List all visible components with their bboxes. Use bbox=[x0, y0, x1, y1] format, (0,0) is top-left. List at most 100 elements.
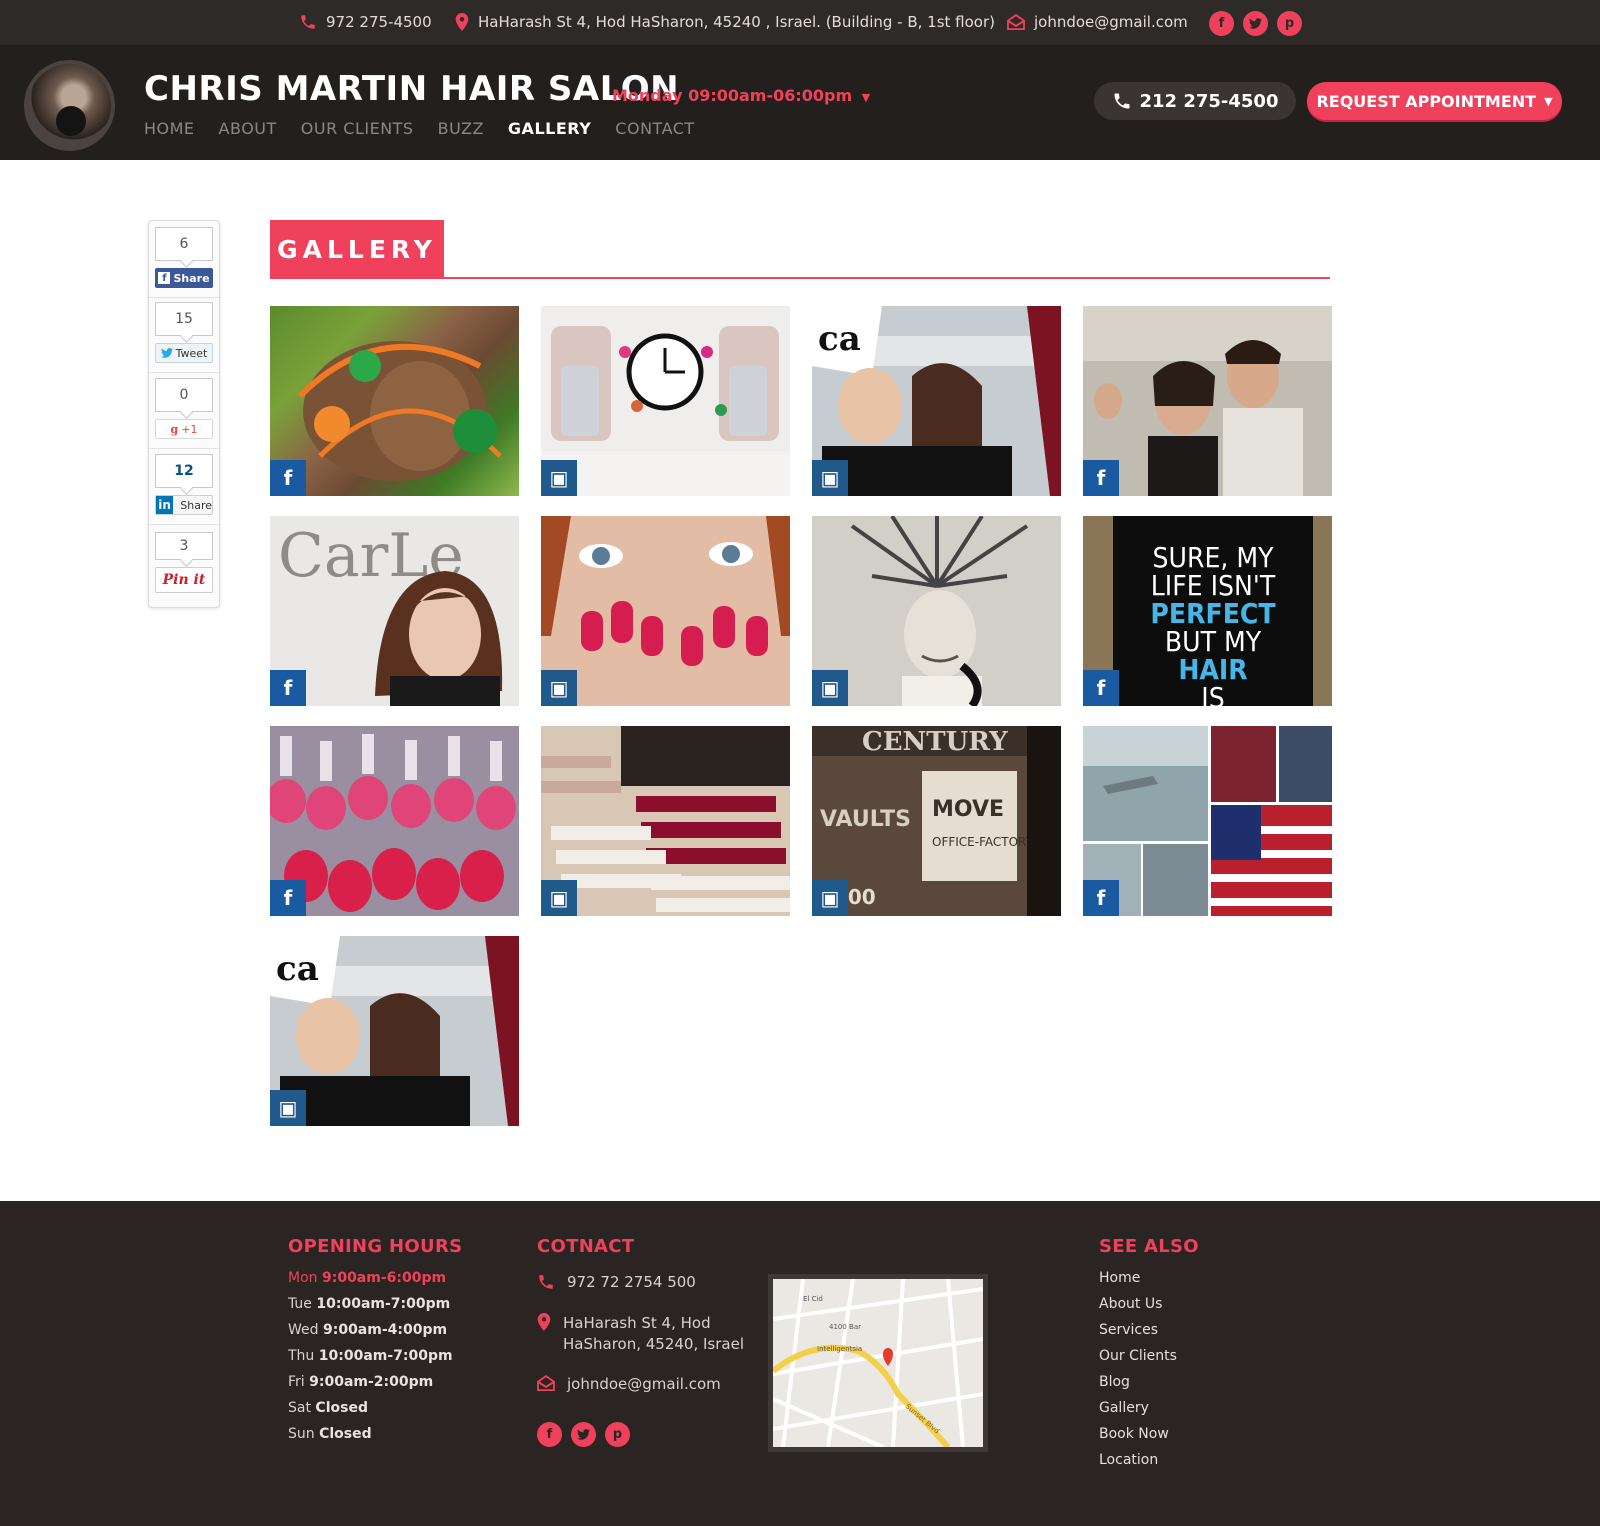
quote-line: LIFE ISN'T bbox=[1150, 569, 1276, 602]
gallery-image-vintage-sign[interactable]: CENTURY MOVE OFFICE-FACTORY VAULTS 9100 … bbox=[812, 726, 1061, 916]
hours-day: Thu bbox=[288, 1348, 315, 1364]
nav-contact[interactable]: CONTACT bbox=[615, 119, 694, 138]
top-address-text: HaHarash St 4, Hod HaSharon, 45240 , Isr… bbox=[478, 13, 995, 31]
gallery-image-flag-collage[interactable]: f bbox=[1083, 726, 1332, 916]
top-social-links: f p bbox=[1209, 11, 1302, 36]
twitter-icon bbox=[160, 348, 173, 358]
hours-row: Sun Closed bbox=[288, 1426, 453, 1452]
avatar[interactable] bbox=[24, 60, 115, 151]
footer-social-links: f p bbox=[537, 1422, 630, 1447]
instagram-icon: ▣ bbox=[541, 460, 577, 496]
page-title: GALLERY bbox=[270, 220, 444, 278]
svg-text:CENTURY: CENTURY bbox=[862, 727, 1008, 757]
vintage-sign-image: CENTURY MOVE OFFICE-FACTORY VAULTS 9100 bbox=[812, 726, 1061, 916]
gallery-image-hair-bows[interactable]: f bbox=[270, 306, 519, 496]
google-plus-button[interactable]: g +1 bbox=[155, 419, 213, 439]
linkedin-share-count: 12 bbox=[155, 454, 213, 488]
vintage-perm-image bbox=[812, 516, 1061, 706]
title-underline bbox=[270, 277, 1330, 279]
gallery-image-polish-display[interactable]: ▣ bbox=[541, 726, 790, 916]
quote-line: SURE, MY bbox=[1152, 541, 1274, 574]
divider bbox=[149, 372, 219, 373]
pinterest-share-count: 3 bbox=[155, 532, 213, 560]
facebook-share-button[interactable]: f Share bbox=[155, 268, 213, 288]
footer-email-text: johndoe@gmail.com bbox=[567, 1375, 721, 1393]
hours-row: Mon 9:00am-6:00pm bbox=[288, 1270, 453, 1296]
pin-it-button[interactable]: Pin it bbox=[155, 567, 213, 593]
gallery-image-quote-poster[interactable]: SURE, MY LIFE ISN'T PERFECT BUT MY HAIR … bbox=[1083, 516, 1332, 706]
facebook-icon: f bbox=[270, 670, 306, 706]
top-address: HaHarash St 4, Hod HaSharon, 45240 , Isr… bbox=[455, 13, 995, 31]
chevron-down-icon: ▼ bbox=[861, 91, 871, 104]
footer-address-line: HaSharon, 45240, Israel bbox=[563, 1335, 744, 1353]
nav-buzz[interactable]: BUZZ bbox=[438, 119, 484, 138]
quote-line: IS bbox=[1201, 681, 1225, 707]
nav-our-clients[interactable]: OUR CLIENTS bbox=[301, 119, 414, 138]
nav-gallery[interactable]: GALLERY bbox=[508, 119, 591, 138]
salon-selfie-image: ca bbox=[270, 936, 519, 1126]
request-appointment-button[interactable]: REQUEST APPOINTMENT ▼ bbox=[1307, 82, 1562, 120]
gallery-image-nail-polish-ad[interactable]: ▣ bbox=[541, 306, 790, 496]
twitter-icon[interactable] bbox=[571, 1422, 596, 1447]
nail-polish-ad-image bbox=[541, 306, 790, 496]
top-email[interactable]: johndoe@gmail.com bbox=[1007, 13, 1188, 31]
gallery-image-nail-polish-bottles[interactable]: f bbox=[270, 726, 519, 916]
nav-home[interactable]: HOME bbox=[144, 119, 195, 138]
location-map[interactable]: Intelligentsia 4100 Bar El Cid Sunset Bl… bbox=[768, 1274, 988, 1452]
nav-about[interactable]: ABOUT bbox=[219, 119, 277, 138]
gallery-image-party-photo[interactable]: f bbox=[1083, 306, 1332, 496]
hours-row: Wed 9:00am-4:00pm bbox=[288, 1322, 453, 1348]
tweet-button[interactable]: Tweet bbox=[155, 343, 213, 363]
google-plus-icon: g bbox=[170, 422, 179, 436]
gallery-image-pink-nails[interactable]: ▣ bbox=[541, 516, 790, 706]
footer-link-home[interactable]: Home bbox=[1099, 1270, 1177, 1296]
call-button-label: 212 275-4500 bbox=[1139, 90, 1279, 112]
site-title[interactable]: CHRIS MARTIN HAIR SALON bbox=[144, 69, 679, 109]
pinterest-share: 3 Pin it bbox=[155, 532, 213, 593]
see-also-heading: SEE ALSO bbox=[1099, 1236, 1199, 1257]
hours-day: Fri bbox=[288, 1374, 305, 1390]
gallery-image-salon-selfie[interactable]: ca ▣ bbox=[812, 306, 1061, 496]
hours-time: 9:00am-2:00pm bbox=[309, 1374, 434, 1390]
top-phone[interactable]: 972 275-4500 bbox=[299, 13, 432, 31]
location-pin-icon bbox=[537, 1313, 551, 1331]
facebook-icon[interactable]: f bbox=[1209, 11, 1234, 36]
facebook-share: 6 f Share bbox=[155, 227, 213, 288]
twitter-icon[interactable] bbox=[1243, 11, 1268, 36]
footer-email[interactable]: johndoe@gmail.com bbox=[537, 1375, 721, 1393]
contact-heading: COTNACT bbox=[537, 1236, 635, 1257]
footer-phone[interactable]: 972 72 2754 500 bbox=[537, 1273, 696, 1291]
hours-time: 10:00am-7:00pm bbox=[318, 1348, 453, 1364]
site-header: CHRIS MARTIN HAIR SALON Monday 09:00am-0… bbox=[0, 45, 1600, 160]
footer-link-location[interactable]: Location bbox=[1099, 1452, 1177, 1478]
pinterest-icon[interactable]: p bbox=[1277, 11, 1302, 36]
hours-dropdown[interactable]: Monday 09:00am-06:00pm ▼ bbox=[612, 86, 870, 105]
hours-day: Wed bbox=[288, 1322, 319, 1338]
footer-link-about-us[interactable]: About Us bbox=[1099, 1296, 1177, 1322]
salon-selfie-image: ca bbox=[812, 306, 1061, 496]
gallery-image-stylist-portrait[interactable]: CarLe f bbox=[270, 516, 519, 706]
call-button[interactable]: 212 275-4500 bbox=[1094, 82, 1296, 120]
hours-day: Sat bbox=[288, 1400, 311, 1416]
hours-row: Sat Closed bbox=[288, 1400, 453, 1426]
footer-link-services[interactable]: Services bbox=[1099, 1322, 1177, 1348]
hours-row: Fri 9:00am-2:00pm bbox=[288, 1374, 453, 1400]
linkedin-share-button[interactable]: in Share bbox=[155, 495, 213, 515]
svg-text:MOVE: MOVE bbox=[932, 797, 1004, 822]
hair-bows-image bbox=[297, 341, 502, 481]
footer-link-our-clients[interactable]: Our Clients bbox=[1099, 1348, 1177, 1374]
footer-link-book-now[interactable]: Book Now bbox=[1099, 1426, 1177, 1452]
gallery-image-salon-selfie[interactable]: ca ▣ bbox=[270, 936, 519, 1126]
divider bbox=[149, 524, 219, 525]
facebook-share-count: 6 bbox=[155, 227, 213, 261]
pinterest-icon[interactable]: p bbox=[605, 1422, 630, 1447]
quote-line: PERFECT bbox=[1150, 597, 1276, 630]
hours-row: Tue 10:00am-7:00pm bbox=[288, 1296, 453, 1322]
footer-link-gallery[interactable]: Gallery bbox=[1099, 1400, 1177, 1426]
footer-link-blog[interactable]: Blog bbox=[1099, 1374, 1177, 1400]
site-footer: OPENING HOURS Mon 9:00am-6:00pm Tue 10:0… bbox=[0, 1201, 1600, 1526]
top-email-text: johndoe@gmail.com bbox=[1034, 13, 1188, 31]
facebook-icon[interactable]: f bbox=[537, 1422, 562, 1447]
quote-line: HAIR bbox=[1178, 653, 1248, 686]
gallery-image-vintage-perm[interactable]: ▣ bbox=[812, 516, 1061, 706]
